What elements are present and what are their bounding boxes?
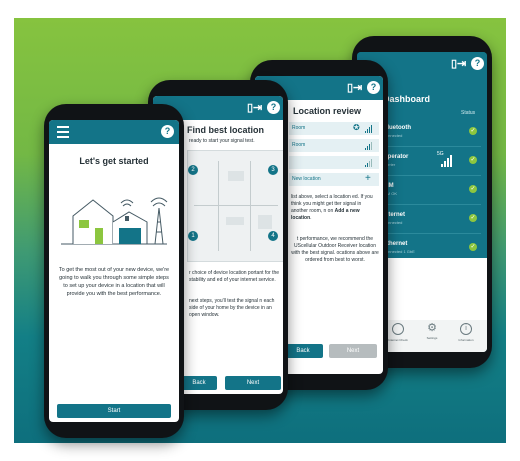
device-icon[interactable]: ▯⇥: [347, 82, 362, 94]
device-icon[interactable]: ▯⇥: [247, 102, 262, 114]
phone-get-started: ? Let's get started To get the most out …: [44, 104, 184, 438]
menu-icon[interactable]: [57, 126, 69, 138]
room-marker: 4: [268, 231, 278, 241]
nav-label: Information: [458, 338, 474, 342]
help-icon[interactable]: ?: [161, 125, 174, 138]
get-started-screen: ? Let's get started To get the most out …: [49, 120, 179, 422]
nav-settings[interactable]: ⚙ Settings: [417, 322, 447, 341]
room-marker: 1: [188, 231, 198, 241]
nav-information[interactable]: i Information: [451, 323, 481, 342]
intro-text: To get the most out of your new device, …: [58, 267, 170, 297]
page-title: Location review: [293, 106, 362, 116]
check-icon: ✓: [469, 127, 477, 135]
status-item-operator[interactable]: Operator Carrier 5G ✓: [379, 147, 481, 176]
top-bar: ?: [49, 120, 179, 144]
outdoor-receiver: [125, 216, 129, 221]
check-icon: ✓: [469, 243, 477, 251]
ribbon-icon: ✪: [353, 123, 360, 132]
location-importance-text: r choice of device location portant for …: [189, 270, 280, 283]
gear-icon: ⚙: [427, 322, 437, 334]
review-recommendation: t performance, we recommend the UScellul…: [291, 236, 379, 263]
location-row[interactable]: [289, 156, 379, 169]
add-location-label: New location: [292, 176, 321, 182]
plus-icon: +: [365, 173, 371, 184]
nav-label: Settings: [426, 336, 438, 340]
wifi-waves: [120, 199, 134, 207]
page-subtitle: ready to start your signal test.: [189, 138, 255, 144]
check-icon: ✓: [469, 156, 477, 164]
signal-bars-icon: [365, 142, 373, 150]
page-title: Find best location: [187, 125, 265, 135]
house-door: [95, 228, 103, 244]
tower-signal: [150, 197, 168, 207]
room-marker: 2: [188, 165, 198, 175]
signal-bars-icon: [365, 159, 373, 167]
status-item-bluetooth[interactable]: Bluetooth Connected ✓: [379, 118, 481, 147]
check-icon: ✓: [469, 214, 477, 222]
location-row[interactable]: Room ✪: [289, 122, 379, 135]
device-icon[interactable]: ▯⇥: [451, 58, 466, 70]
add-location-row[interactable]: New location +: [289, 173, 379, 186]
review-instructions: list above, select a location ed. If you…: [291, 194, 373, 221]
start-button[interactable]: Start: [57, 404, 171, 418]
status-column-label: Status: [461, 110, 476, 116]
bottom-nav: Internet Check ⚙ Settings i Information: [379, 320, 487, 352]
dashboard-title: Dashboard: [383, 94, 431, 104]
signal-bars-icon: [441, 155, 453, 167]
next-button[interactable]: Next: [329, 344, 377, 358]
status-item-sim[interactable]: SIM SIM OK ✓: [379, 176, 481, 205]
signal-test-text: next steps, you'll test the signal n eac…: [189, 298, 275, 318]
room-marker: 3: [268, 165, 278, 175]
location-row[interactable]: Room: [289, 139, 379, 152]
location-row-label: Room: [292, 125, 306, 131]
help-icon[interactable]: ?: [367, 81, 380, 94]
promo-stage: ▯⇥ ? Dashboard Status Bluetooth Connecte…: [0, 0, 520, 461]
cell-tower: [154, 207, 164, 245]
help-icon[interactable]: ?: [471, 57, 484, 70]
house-window: [79, 220, 89, 228]
status-item-internet[interactable]: Internet Connected ✓: [379, 205, 481, 234]
globe-icon: [392, 323, 404, 335]
status-list: Bluetooth Connected ✓ Operator Carrier 5…: [379, 118, 481, 262]
page-title: Let's get started: [79, 156, 149, 166]
house-illustration: [61, 197, 168, 245]
next-button[interactable]: Next: [225, 376, 281, 390]
garage-door: [119, 228, 141, 244]
back-button[interactable]: Back: [181, 376, 217, 390]
floor-plan-illustration: 2 3 1 4: [187, 150, 283, 262]
check-icon: ✓: [469, 185, 477, 193]
info-icon: i: [460, 323, 472, 335]
location-row-label: Room: [292, 142, 306, 148]
help-icon[interactable]: ?: [267, 101, 280, 114]
back-button[interactable]: Back: [283, 344, 323, 358]
signal-bars-icon: [365, 125, 373, 133]
